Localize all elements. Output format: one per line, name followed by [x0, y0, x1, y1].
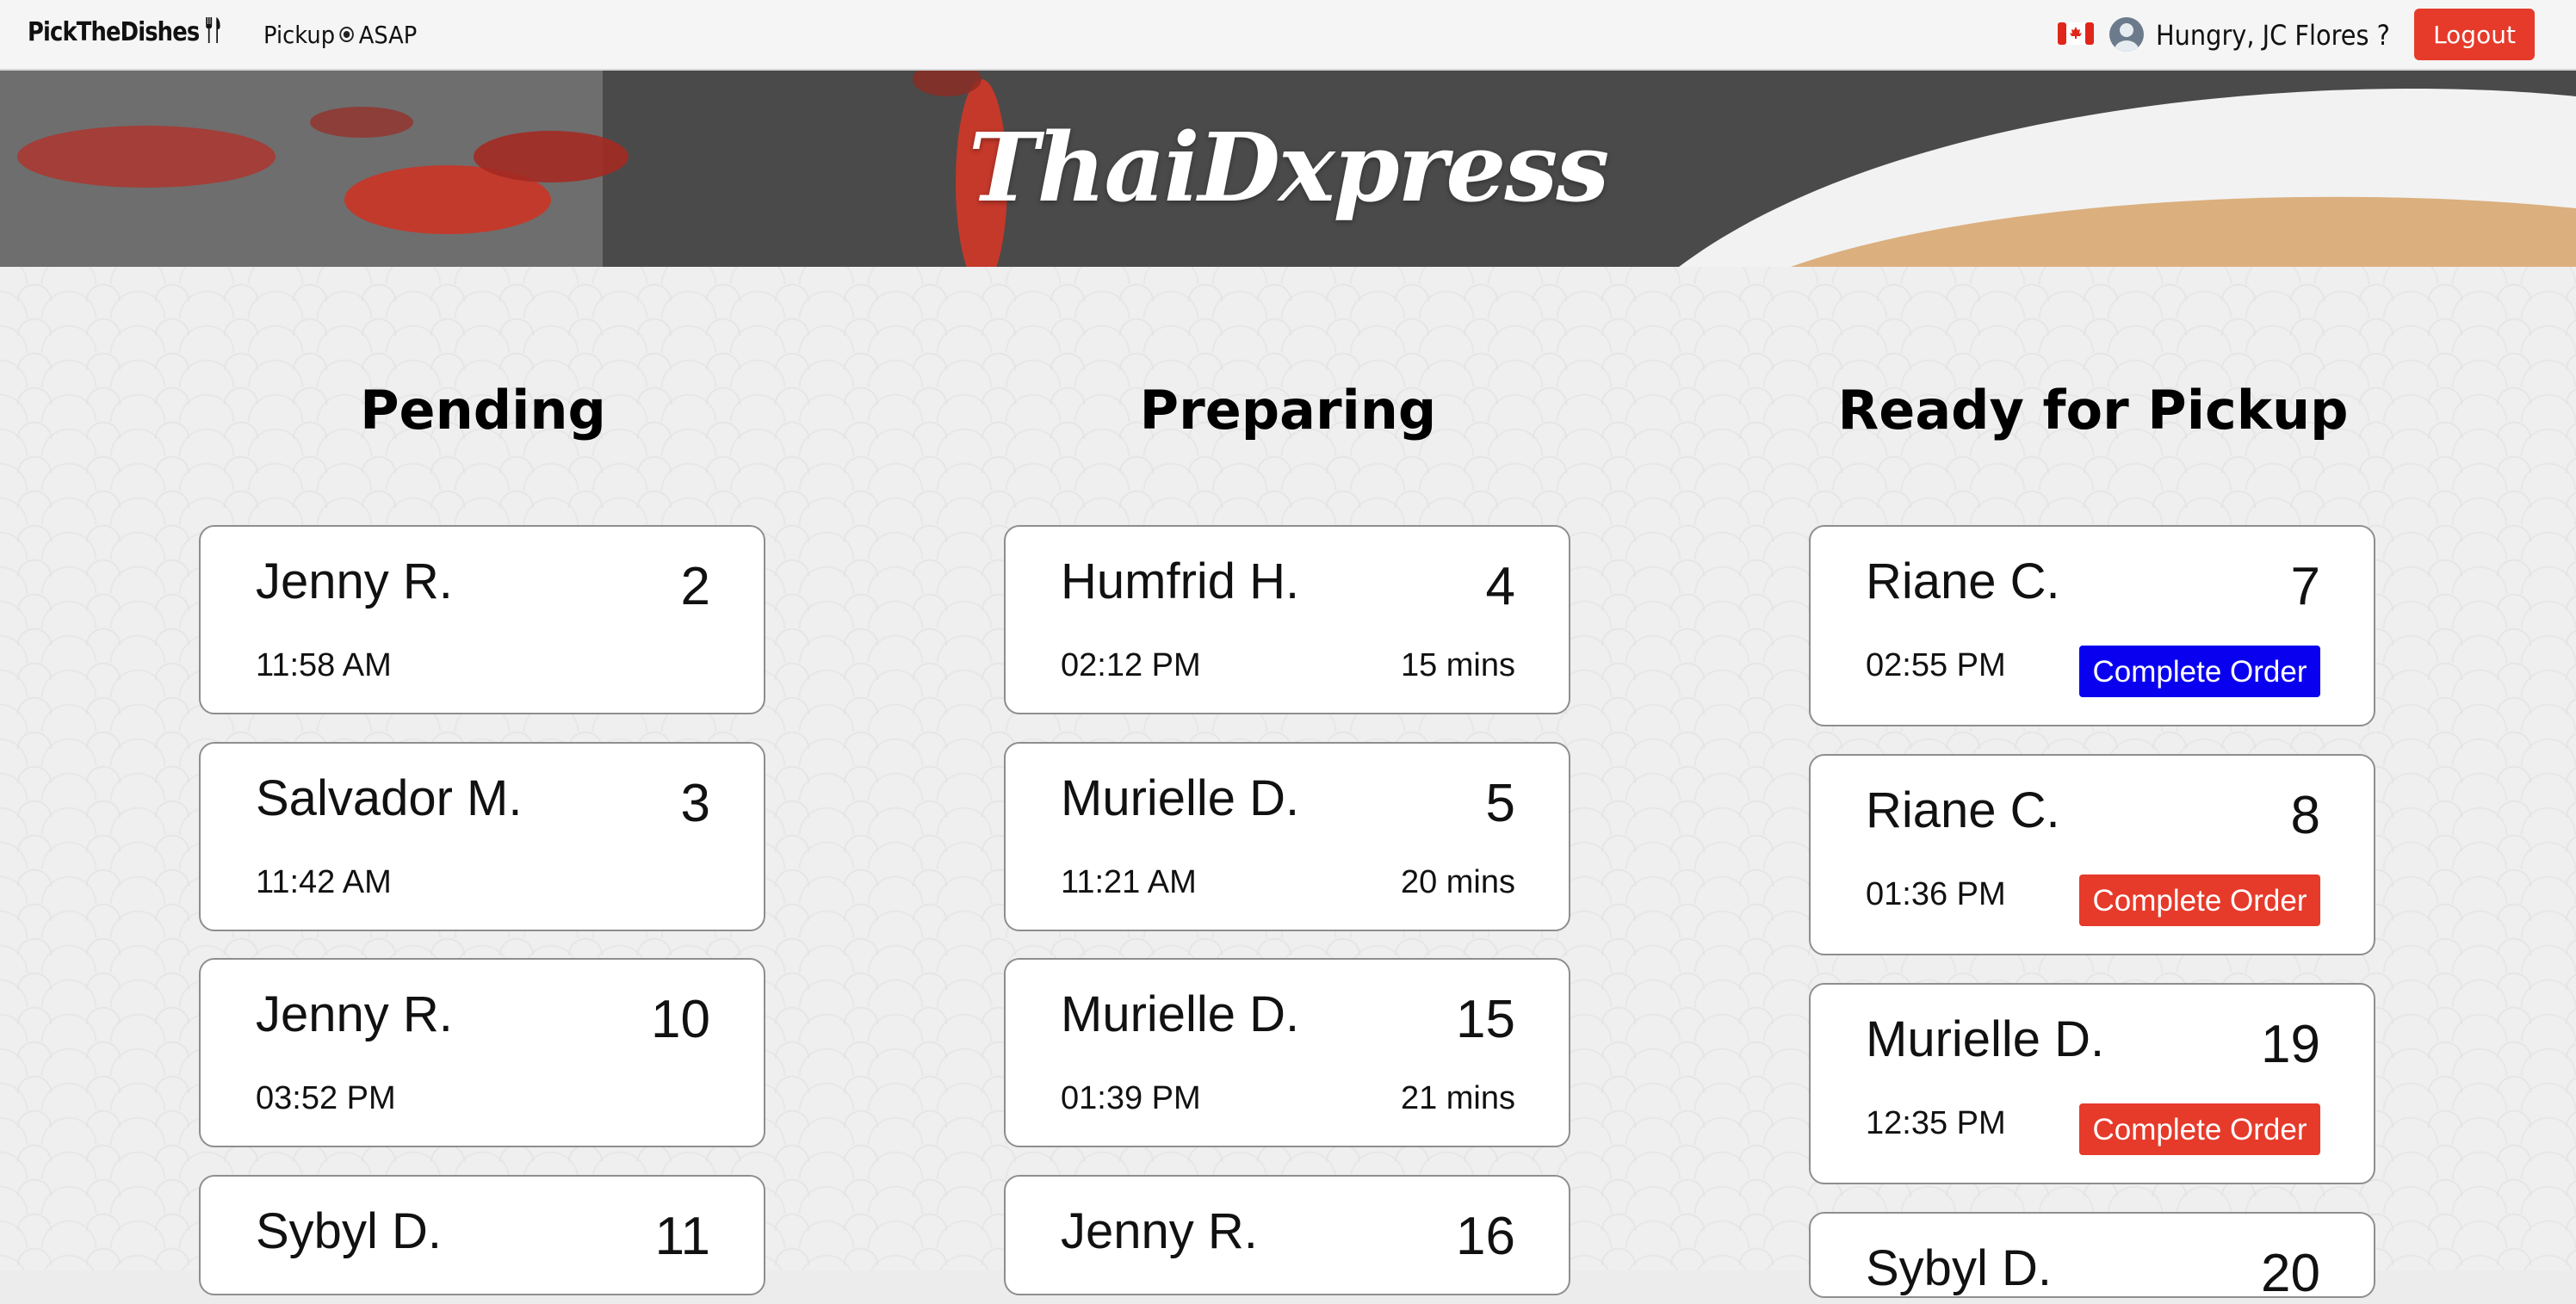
order-number: 3: [680, 774, 710, 833]
restaurant-banner: ThaiDxpress: [0, 71, 2576, 267]
order-board: Pending Jenny R. 2 11:58 AM Salvador M. …: [0, 267, 2576, 1303]
restaurant-name: ThaiDxpress: [968, 112, 1610, 223]
order-number: 8: [2290, 786, 2320, 845]
logout-button[interactable]: Logout: [2414, 9, 2535, 60]
pending-order-card[interactable]: Sybyl D. 11: [199, 1175, 765, 1295]
order-time: 01:36 PM: [1866, 876, 2006, 912]
order-time: 11:42 AM: [256, 864, 392, 900]
order-time: 01:39 PM: [1061, 1080, 1201, 1116]
preparing-order-card[interactable]: Murielle D. 5 11:21 AM 20 mins: [1004, 742, 1570, 931]
order-time: 02:12 PM: [1061, 647, 1201, 683]
avatar-icon[interactable]: [2109, 17, 2144, 52]
complete-order-button[interactable]: Complete Order: [2079, 646, 2320, 697]
user-greeting[interactable]: Hungry, JC Flores ?: [2156, 19, 2390, 52]
prep-duration: 15 mins: [1400, 647, 1515, 683]
ready-order-card[interactable]: Riane C. 7 02:55 PM Complete Order: [1809, 525, 2375, 726]
preparing-column-title: Preparing: [1139, 379, 1437, 442]
customer-name: Murielle D.: [1866, 1011, 2105, 1067]
customer-name: Jenny R.: [256, 553, 453, 609]
preparing-order-card[interactable]: Humfrid H. 4 02:12 PM 15 mins: [1004, 525, 1570, 714]
order-time: 03:52 PM: [256, 1080, 396, 1116]
ready-order-card[interactable]: Sybyl D. 20: [1809, 1212, 2375, 1303]
customer-name: Riane C.: [1866, 782, 2060, 838]
brand-name: PickTheDishes: [28, 17, 200, 47]
customer-name: Jenny R.: [256, 986, 453, 1042]
order-number: 4: [1485, 557, 1515, 616]
pickup-label: Pickup: [263, 21, 336, 49]
customer-name: Jenny R.: [1061, 1203, 1258, 1259]
top-navbar: PickTheDishes Pickup ASAP Hungry, JC Flor…: [0, 0, 2576, 71]
customer-name: Salvador M.: [256, 770, 523, 826]
pickup-selector[interactable]: Pickup ASAP: [263, 21, 417, 49]
customer-name: Sybyl D.: [1866, 1240, 2052, 1296]
customer-name: Murielle D.: [1061, 986, 1300, 1042]
brand-logo[interactable]: PickTheDishes: [28, 17, 223, 50]
preparing-order-card[interactable]: Jenny R. 16: [1004, 1175, 1570, 1295]
order-time: 12:35 PM: [1866, 1105, 2006, 1141]
cutlery-icon: [203, 17, 222, 50]
preparing-order-card[interactable]: Murielle D. 15 01:39 PM 21 mins: [1004, 958, 1570, 1147]
order-time: 11:58 AM: [256, 647, 392, 683]
order-time: 02:55 PM: [1866, 647, 2006, 683]
order-number: 20: [2261, 1244, 2320, 1303]
prep-duration: 21 mins: [1400, 1080, 1515, 1116]
radio-selected-icon: [339, 27, 355, 42]
customer-name: Humfrid H.: [1061, 553, 1300, 609]
complete-order-button[interactable]: Complete Order: [2079, 1103, 2320, 1155]
pending-column-title: Pending: [360, 379, 606, 442]
order-number: 7: [2290, 557, 2320, 616]
prep-duration: 20 mins: [1400, 864, 1515, 900]
order-time: 11:21 AM: [1061, 864, 1197, 900]
customer-name: Riane C.: [1866, 553, 2060, 609]
order-number: 10: [651, 990, 710, 1049]
complete-order-button[interactable]: Complete Order: [2079, 874, 2320, 926]
order-number: 2: [680, 557, 710, 616]
pickup-time: ASAP: [358, 21, 418, 49]
pending-order-card[interactable]: Jenny R. 10 03:52 PM: [199, 958, 765, 1147]
order-number: 19: [2261, 1015, 2320, 1074]
pending-order-card[interactable]: Jenny R. 2 11:58 AM: [199, 525, 765, 714]
ready-column-title: Ready for Pickup: [1837, 379, 2349, 442]
customer-name: Murielle D.: [1061, 770, 1300, 826]
order-number: 15: [1456, 990, 1515, 1049]
ready-order-card[interactable]: Riane C. 8 01:36 PM Complete Order: [1809, 754, 2375, 955]
order-number: 5: [1485, 774, 1515, 833]
order-number: 11: [654, 1207, 710, 1266]
canada-flag-icon[interactable]: [2058, 21, 2094, 46]
order-number: 16: [1456, 1207, 1515, 1266]
customer-name: Sybyl D.: [256, 1203, 442, 1259]
ready-order-card[interactable]: Murielle D. 19 12:35 PM Complete Order: [1809, 983, 2375, 1184]
pending-order-card[interactable]: Salvador M. 3 11:42 AM: [199, 742, 765, 931]
